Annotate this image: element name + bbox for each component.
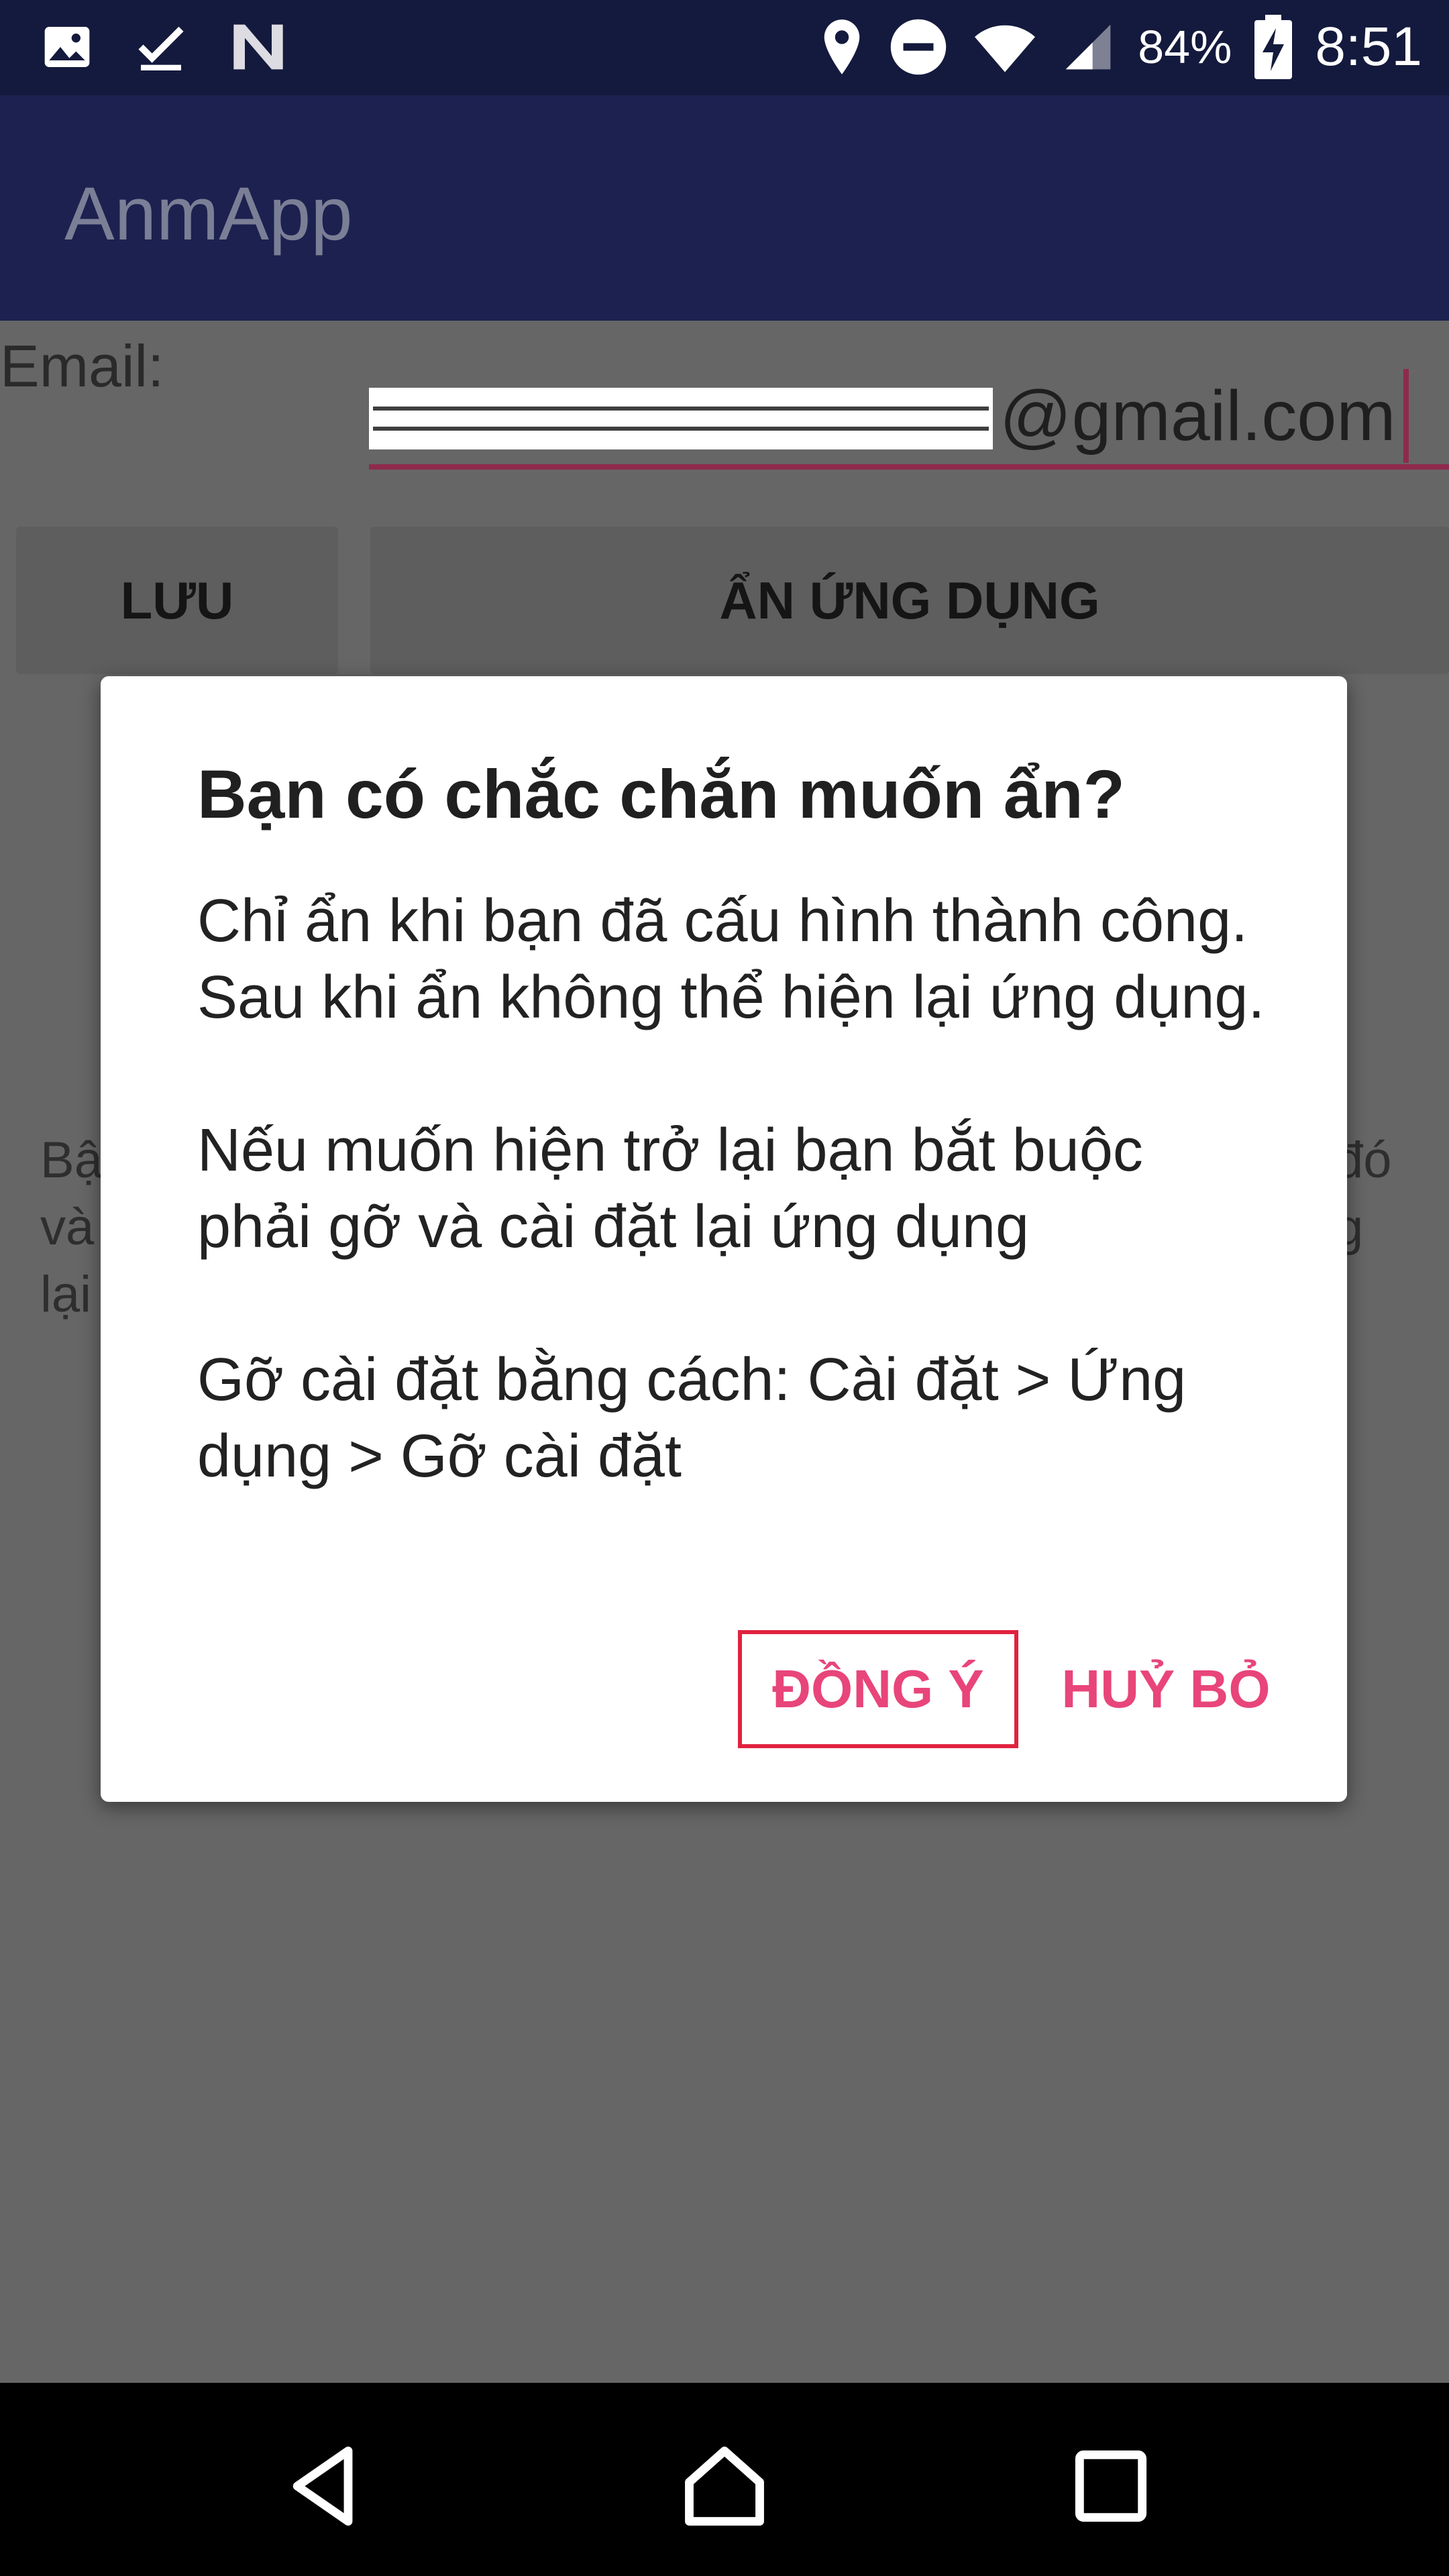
email-input[interactable]: @gmail.com bbox=[369, 362, 1449, 470]
home-icon[interactable] bbox=[678, 2439, 771, 2533]
status-bar: 84% 8:51 bbox=[0, 0, 1449, 95]
email-input-value: @gmail.com bbox=[1000, 376, 1396, 455]
background-text-line: Bậ bbox=[40, 1132, 103, 1189]
save-button[interactable]: LƯU bbox=[16, 527, 338, 674]
recents-icon[interactable] bbox=[1064, 2439, 1158, 2533]
clock: 8:51 bbox=[1315, 16, 1422, 77]
navigation-bar bbox=[0, 2383, 1449, 2576]
background-text-line: lại bbox=[40, 1266, 92, 1323]
wifi-icon bbox=[971, 17, 1038, 77]
do-not-disturb-icon bbox=[888, 17, 949, 77]
status-bar-system: 84% 8:51 bbox=[818, 13, 1422, 80]
app-title: AnmApp bbox=[64, 172, 353, 256]
dialog-actions: ĐỒNG Ý HUỶ BỎ bbox=[738, 1630, 1273, 1748]
status-bar-notifications bbox=[40, 20, 288, 74]
background-text-line: và bbox=[40, 1199, 95, 1256]
check-download-icon bbox=[134, 20, 188, 74]
n-logo-icon bbox=[228, 20, 288, 74]
redacted-email-user bbox=[369, 388, 993, 449]
hide-app-button[interactable]: ẨN ỨNG DỤNG bbox=[370, 527, 1449, 674]
email-label: Email: bbox=[0, 333, 164, 399]
dialog-title: Bạn có chắc chắn muốn ẩn? bbox=[197, 756, 1125, 833]
agree-button[interactable]: ĐỒNG Ý bbox=[738, 1630, 1018, 1748]
signal-icon bbox=[1061, 20, 1115, 74]
cancel-button[interactable]: HUỶ BỎ bbox=[1059, 1630, 1273, 1748]
text-cursor bbox=[1403, 369, 1409, 463]
image-icon bbox=[40, 20, 94, 74]
dialog-message: Chỉ ẩn khi bạn đã cấu hình thành công. S… bbox=[197, 888, 1265, 1490]
battery-charging-icon bbox=[1254, 15, 1293, 79]
confirm-hide-dialog: Bạn có chắc chắn muốn ẩn? Chỉ ẩn khi bạn… bbox=[101, 676, 1347, 1802]
location-icon bbox=[818, 17, 865, 77]
app-bar: AnmApp bbox=[0, 95, 1449, 321]
background-text-left: Bậ và lại bbox=[40, 1127, 103, 1328]
back-icon[interactable] bbox=[278, 2439, 372, 2533]
battery-percentage: 84% bbox=[1138, 21, 1232, 73]
